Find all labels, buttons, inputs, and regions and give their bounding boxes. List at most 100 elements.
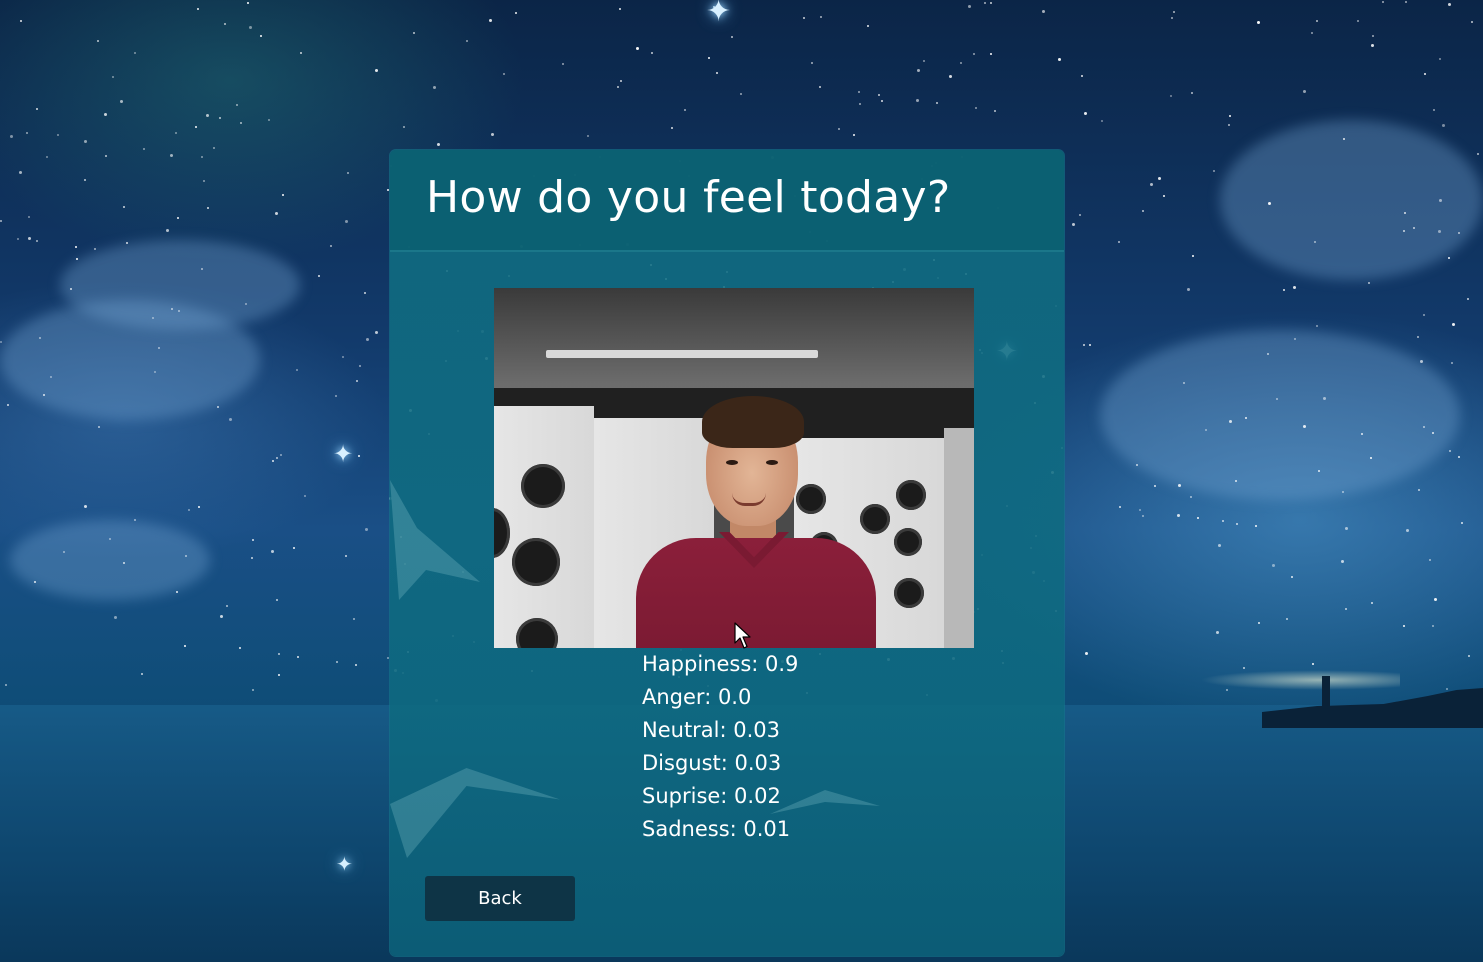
star	[803, 17, 805, 19]
star	[335, 395, 337, 397]
star	[170, 154, 173, 157]
star	[716, 72, 718, 74]
star	[98, 426, 100, 428]
star	[853, 134, 855, 136]
star	[297, 656, 299, 658]
star	[1311, 32, 1313, 34]
star	[347, 172, 349, 174]
star	[1118, 241, 1120, 243]
star	[1191, 92, 1193, 94]
star	[185, 555, 187, 557]
star	[10, 135, 13, 138]
star	[619, 8, 621, 10]
star	[859, 103, 861, 105]
star	[1420, 360, 1423, 363]
star	[1171, 17, 1173, 19]
star	[1084, 112, 1087, 115]
star	[1429, 559, 1431, 561]
star	[1072, 223, 1075, 226]
star	[491, 133, 494, 136]
cloud	[60, 240, 300, 330]
star	[1187, 288, 1190, 291]
star	[0, 341, 2, 343]
star	[503, 73, 505, 75]
star	[195, 126, 197, 128]
star	[1101, 120, 1103, 122]
star	[123, 562, 125, 564]
star	[990, 2, 992, 4]
star	[1361, 433, 1363, 435]
star	[353, 618, 355, 620]
star	[1477, 153, 1479, 155]
star	[1276, 398, 1278, 400]
star	[1042, 10, 1045, 13]
star	[820, 16, 822, 18]
star	[1424, 73, 1426, 75]
star	[252, 539, 254, 541]
star	[1418, 489, 1420, 491]
star	[293, 547, 295, 549]
star	[260, 35, 262, 37]
star	[336, 661, 338, 663]
star	[50, 376, 52, 378]
star	[249, 26, 252, 29]
back-button[interactable]: Back	[425, 876, 575, 921]
webcam-panel-hole	[894, 578, 924, 608]
emotion-dialog: How do you feel today? Happiness: 0.9 An…	[390, 150, 1064, 956]
sparkle-icon: ✦	[336, 852, 353, 876]
star	[28, 216, 30, 218]
star	[220, 615, 223, 618]
star	[975, 107, 977, 109]
star	[123, 206, 125, 208]
star	[19, 171, 22, 174]
emotion-score-neutral: Neutral: 0.03	[642, 718, 781, 742]
star	[1432, 432, 1434, 434]
star	[184, 645, 186, 647]
star	[1471, 21, 1473, 23]
star	[1451, 362, 1453, 364]
star	[166, 229, 169, 232]
star	[229, 418, 232, 421]
star	[949, 75, 952, 78]
star	[330, 245, 332, 247]
star	[811, 62, 813, 64]
star	[375, 69, 378, 72]
star	[1345, 527, 1348, 530]
star	[1433, 109, 1435, 111]
star	[1316, 325, 1318, 327]
star	[278, 674, 280, 676]
star	[176, 591, 178, 593]
star	[1178, 484, 1181, 487]
star	[84, 140, 87, 143]
star	[1357, 20, 1359, 22]
star	[1197, 517, 1199, 519]
star	[5, 684, 7, 686]
star	[239, 647, 241, 649]
star	[1229, 420, 1232, 423]
star	[236, 104, 238, 106]
star	[17, 238, 19, 240]
star	[1318, 470, 1320, 472]
star	[7, 404, 9, 406]
star	[1341, 560, 1344, 563]
star	[1228, 124, 1230, 126]
star	[1371, 44, 1374, 47]
star	[247, 2, 249, 4]
star	[94, 248, 96, 250]
star	[1323, 397, 1326, 400]
webcam-panel-hole	[860, 504, 890, 534]
star	[1216, 631, 1219, 634]
star	[296, 369, 298, 371]
star	[1139, 509, 1141, 511]
star	[375, 331, 378, 334]
star	[1458, 456, 1460, 458]
star	[219, 117, 221, 119]
star	[1432, 625, 1434, 627]
star	[466, 40, 468, 42]
star	[252, 689, 254, 691]
star	[171, 308, 173, 310]
star	[994, 110, 996, 112]
star	[671, 127, 673, 129]
star	[175, 132, 177, 134]
sparkle-icon: ✦	[706, 0, 732, 29]
